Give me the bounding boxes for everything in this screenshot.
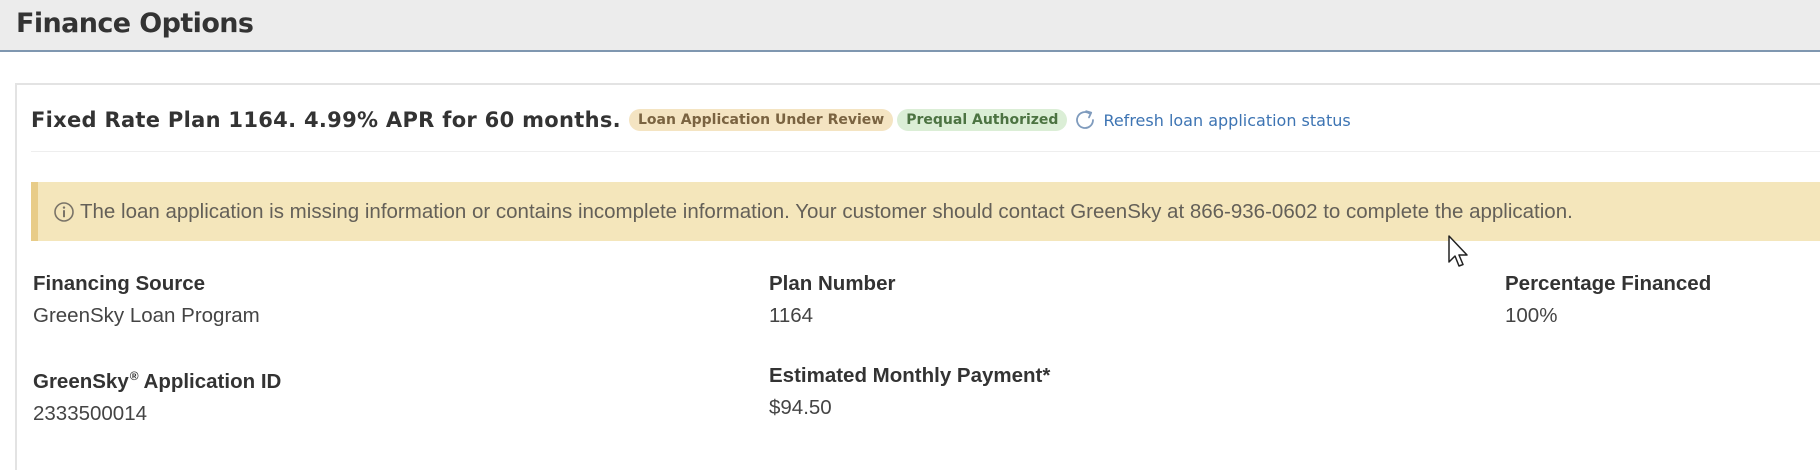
prequal-status-badge: Prequal Authorized <box>897 109 1068 131</box>
plan-number-value: 1164 <box>769 304 814 327</box>
application-id-label: GreenSky® Application ID <box>33 364 281 394</box>
financing-source-value: GreenSky Loan Program <box>33 304 260 327</box>
page-title: Finance Options <box>16 8 254 39</box>
financing-source-field: Financing Source GreenSky Loan Program <box>33 272 260 328</box>
registered-mark: ® <box>129 369 139 383</box>
divider <box>31 151 1820 152</box>
percentage-financed-label: Percentage Financed <box>1505 272 1712 295</box>
application-id-value: 2333500014 <box>33 402 148 425</box>
alert-message: The loan application is missing informat… <box>80 199 1573 223</box>
info-icon <box>53 201 75 223</box>
refresh-status-link[interactable]: Refresh loan application status <box>1073 108 1351 132</box>
page-header: Finance Options <box>0 0 1820 52</box>
finance-options-page: Finance Options Fixed Rate Plan 1164. 4.… <box>0 0 1820 470</box>
monthly-payment-field: Estimated Monthly Payment* $94.50 <box>769 364 1050 420</box>
application-id-field: GreenSky® Application ID 2333500014 <box>33 364 281 426</box>
percentage-financed-value: 100% <box>1505 304 1558 327</box>
percentage-financed-field: Percentage Financed 100% <box>1505 272 1711 328</box>
plan-number-label: Plan Number <box>769 272 896 295</box>
plan-title: Fixed Rate Plan 1164. 4.99% APR for 60 m… <box>31 108 621 132</box>
plan-header: Fixed Rate Plan 1164. 4.99% APR for 60 m… <box>31 104 1351 136</box>
application-id-label-brand: GreenSky <box>33 370 129 393</box>
refresh-status-label: Refresh loan application status <box>1103 110 1351 130</box>
refresh-icon <box>1073 108 1097 132</box>
loan-status-badge: Loan Application Under Review <box>628 109 894 131</box>
application-id-label-suffix: Application ID <box>143 370 282 393</box>
monthly-payment-label: Estimated Monthly Payment* <box>769 364 1051 387</box>
incomplete-info-alert: The loan application is missing informat… <box>31 182 1820 241</box>
financing-source-label: Financing Source <box>33 272 205 295</box>
mouse-cursor-icon <box>1447 234 1473 270</box>
monthly-payment-value: $94.50 <box>769 396 832 419</box>
plan-number-field: Plan Number 1164 <box>769 272 895 328</box>
